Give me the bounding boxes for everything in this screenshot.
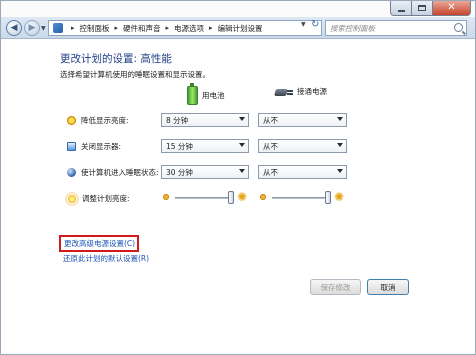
- brightness-plugged-in-slider[interactable]: ✺: [258, 190, 348, 206]
- select-value: 30 分钟: [166, 167, 193, 177]
- dim-display-plugged-in-select[interactable]: 从不: [258, 113, 347, 127]
- search-input[interactable]: 搜索控制面板: [325, 20, 467, 36]
- setting-label: 关闭显示器:: [81, 142, 122, 151]
- brightness-row: 调整计划亮度:: [67, 191, 130, 206]
- breadcrumb-item[interactable]: 硬件和声音: [123, 23, 161, 34]
- navigation-bar: ◀ ▶ ▼ ▸ 控制面板 ▸ 硬件和声音 ▸ 电源选项 ▸ 编辑计划设置 ▼ ↻…: [1, 17, 475, 39]
- battery-icon: [187, 83, 198, 105]
- battery-column-label: 用电池: [202, 91, 225, 100]
- breadcrumb-separator-icon: ▸: [71, 24, 75, 32]
- maximize-button[interactable]: [412, 1, 433, 16]
- control-panel-icon: [53, 23, 63, 33]
- slider-thumb[interactable]: [325, 191, 331, 204]
- breadcrumb-item[interactable]: 电源选项: [174, 23, 204, 34]
- select-value: 从不: [263, 167, 278, 177]
- cancel-button[interactable]: 取消: [367, 279, 409, 295]
- select-value: 15 分钟: [166, 141, 193, 151]
- dim-display-icon: [67, 116, 76, 125]
- chevron-down-icon: [239, 143, 245, 147]
- restore-defaults-link[interactable]: 还原此计划的默认设置(R): [63, 253, 149, 264]
- chevron-down-icon: [239, 117, 245, 121]
- bright-sun-icon: ✺: [237, 190, 248, 204]
- dim-display-battery-select[interactable]: 8 分钟: [161, 113, 249, 127]
- select-value: 从不: [263, 141, 278, 151]
- slider-track[interactable]: [175, 197, 231, 199]
- brightness-battery-slider[interactable]: ✺: [161, 190, 251, 206]
- back-button[interactable]: ◀: [6, 20, 22, 36]
- dim-display-row: 降低显示亮度:: [67, 113, 129, 128]
- slider-thumb[interactable]: [228, 191, 234, 204]
- sleep-battery-select[interactable]: 30 分钟: [161, 165, 249, 179]
- chevron-down-icon: [239, 169, 245, 173]
- forward-button[interactable]: ▶: [24, 20, 40, 36]
- minimize-icon: [397, 9, 405, 12]
- breadcrumb-separator-icon[interactable]: ▸: [209, 24, 213, 32]
- select-value: 8 分钟: [166, 115, 189, 125]
- save-changes-button[interactable]: 保存修改: [310, 279, 361, 295]
- power-plug-icon: [275, 87, 293, 97]
- recent-pages-dropdown-icon[interactable]: ▼: [41, 25, 46, 32]
- minimize-button[interactable]: [390, 1, 412, 16]
- back-arrow-icon: ◀: [10, 22, 18, 33]
- chevron-down-icon: [337, 143, 343, 147]
- breadcrumb-separator-icon[interactable]: ▸: [115, 24, 119, 32]
- advanced-power-settings-link[interactable]: 更改高级电源设置(C): [59, 235, 140, 252]
- select-value: 从不: [263, 115, 278, 125]
- turn-off-display-plugged-in-select[interactable]: 从不: [258, 139, 347, 153]
- breadcrumb-separator-icon[interactable]: ▸: [166, 24, 170, 32]
- plugged-in-column-header: 接通电源: [275, 86, 327, 97]
- page-title: 更改计划的设置: 高性能: [60, 53, 172, 65]
- plan-settings-panel: 更改计划的设置: 高性能 选择希望计算机使用的睡眠设置和显示设置。 用电池 接通…: [1, 40, 475, 354]
- setting-label: 调整计划亮度:: [82, 194, 130, 203]
- close-button[interactable]: ✕: [433, 1, 471, 16]
- chevron-down-icon: [337, 117, 343, 121]
- sleep-row: 使计算机进入睡眠状态:: [67, 165, 159, 180]
- address-dropdown-icon[interactable]: ▼: [301, 21, 306, 28]
- turn-off-display-battery-select[interactable]: 15 分钟: [161, 139, 249, 153]
- turn-off-display-row: 关闭显示器:: [67, 139, 121, 154]
- bright-sun-icon: ✺: [334, 190, 345, 204]
- chevron-down-icon: [337, 169, 343, 173]
- breadcrumb-item[interactable]: 编辑计划设置: [218, 23, 263, 34]
- sleep-plugged-in-select[interactable]: 从不: [258, 165, 347, 179]
- caption-buttons: ✕: [390, 1, 471, 17]
- search-placeholder: 搜索控制面板: [330, 23, 375, 33]
- dim-brightness-icon: [163, 194, 169, 200]
- setting-label: 降低显示亮度:: [81, 116, 129, 125]
- control-panel-window: ✕ ◀ ▶ ▼ ▸ 控制面板 ▸ 硬件和声音 ▸ 电源选项 ▸ 编辑计划设置 ▼…: [0, 0, 476, 355]
- forward-arrow-icon: ▶: [28, 22, 36, 33]
- dim-brightness-icon: [260, 194, 266, 200]
- sleep-icon: [67, 168, 76, 177]
- battery-column-header: 用电池: [187, 83, 225, 105]
- search-icon[interactable]: [454, 23, 463, 32]
- display-icon: [67, 142, 76, 151]
- maximize-icon: [418, 5, 426, 11]
- refresh-icon[interactable]: ↻: [311, 20, 319, 30]
- slider-track[interactable]: [272, 197, 328, 199]
- close-icon: ✕: [447, 2, 456, 13]
- breadcrumb-item[interactable]: 控制面板: [80, 23, 110, 34]
- brightness-icon: [67, 193, 77, 204]
- address-bar[interactable]: ▸ 控制面板 ▸ 硬件和声音 ▸ 电源选项 ▸ 编辑计划设置: [48, 20, 322, 36]
- plugged-in-column-label: 接通电源: [297, 87, 327, 96]
- page-subtitle: 选择希望计算机使用的睡眠设置和显示设置。: [60, 70, 210, 79]
- setting-label: 使计算机进入睡眠状态:: [81, 168, 159, 177]
